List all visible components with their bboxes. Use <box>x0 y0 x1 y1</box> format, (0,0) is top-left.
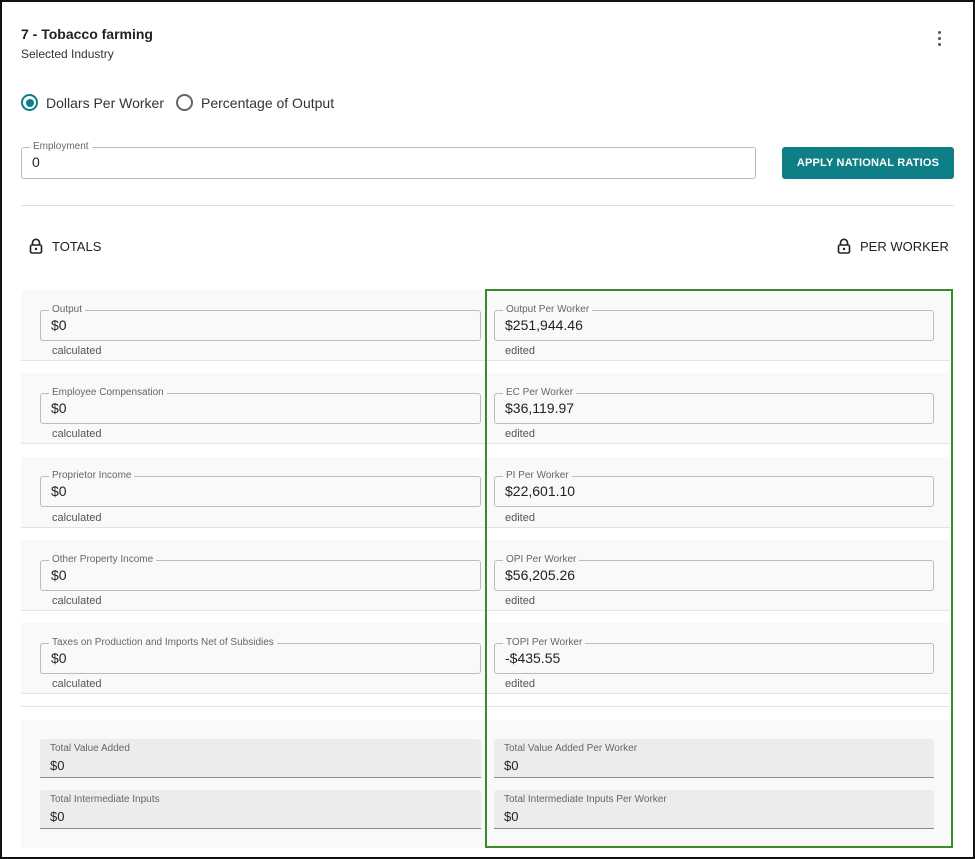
industry-subtitle: Selected Industry <box>21 47 114 61</box>
mode-radio-group: Dollars Per Worker Percentage of Output <box>21 94 346 111</box>
total-value-added-per-worker-field: Total Value Added Per Worker $0 <box>494 739 934 778</box>
field-value: $0 <box>50 809 65 824</box>
field-label: Employee Compensation <box>49 386 167 400</box>
status-text: edited <box>505 678 535 690</box>
topi-per-worker-field[interactable]: TOPI Per Worker -$435.55 <box>494 636 934 674</box>
divider <box>21 706 950 707</box>
divider <box>21 205 954 206</box>
total-value-added-field: Total Value Added $0 <box>40 739 481 778</box>
per-worker-lock-toggle[interactable]: PER WORKER <box>837 238 949 254</box>
other-property-income-total-field[interactable]: Other Property Income $0 <box>40 553 481 591</box>
status-text: calculated <box>52 345 102 357</box>
field-label: Proprietor Income <box>49 469 135 483</box>
employment-field[interactable]: Employment 0 <box>21 140 756 179</box>
taxes-total-field[interactable]: Taxes on Production and Imports Net of S… <box>40 636 481 674</box>
employment-label: Employment <box>30 140 92 154</box>
status-text: edited <box>505 345 535 357</box>
status-text: edited <box>505 512 535 524</box>
field-label: PI Per Worker <box>503 469 572 483</box>
field-label: TOPI Per Worker <box>503 636 586 650</box>
opi-per-worker-field[interactable]: OPI Per Worker $56,205.26 <box>494 553 934 591</box>
field-label: Output <box>49 303 86 317</box>
field-label: Total Value Added <box>50 743 130 754</box>
field-label: Other Property Income <box>49 553 157 567</box>
radio-checked-icon <box>21 94 38 111</box>
industry-title: 7 - Tobacco farming <box>21 26 153 42</box>
lock-icon <box>29 238 43 254</box>
employment-value: 0 <box>32 154 40 170</box>
radio-dollars-per-worker[interactable]: Dollars Per Worker <box>21 94 164 111</box>
per-worker-label: PER WORKER <box>860 238 949 254</box>
field-value: $0 <box>504 758 519 773</box>
status-text: calculated <box>52 678 102 690</box>
apply-national-ratios-button[interactable]: APPLY NATIONAL RATIOS <box>782 147 954 179</box>
radio-percentage-of-output[interactable]: Percentage of Output <box>176 94 334 111</box>
field-value: $36,119.97 <box>505 400 575 416</box>
total-intermediate-inputs-field: Total Intermediate Inputs $0 <box>40 790 481 829</box>
field-label: Total Intermediate Inputs Per Worker <box>504 794 667 805</box>
ec-per-worker-field[interactable]: EC Per Worker $36,119.97 <box>494 386 934 424</box>
field-value: $0 <box>50 758 65 773</box>
status-text: edited <box>505 428 535 440</box>
field-value: $22,601.10 <box>505 483 576 499</box>
status-text: calculated <box>52 428 102 440</box>
status-text: edited <box>505 595 535 607</box>
field-value: $251,944.46 <box>505 317 583 333</box>
output-per-worker-field[interactable]: Output Per Worker $251,944.46 <box>494 303 934 341</box>
employee-compensation-total-field[interactable]: Employee Compensation $0 <box>40 386 481 424</box>
field-value: -$435.55 <box>505 650 561 666</box>
field-value: $0 <box>504 809 519 824</box>
field-value: $0 <box>51 400 67 416</box>
field-label: Output Per Worker <box>503 303 593 317</box>
proprietor-income-total-field[interactable]: Proprietor Income $0 <box>40 469 481 507</box>
radio-label: Percentage of Output <box>201 94 335 111</box>
total-intermediate-inputs-per-worker-field: Total Intermediate Inputs Per Worker $0 <box>494 790 934 829</box>
field-label: Taxes on Production and Imports Net of S… <box>49 636 277 650</box>
field-value: $0 <box>51 483 67 499</box>
pi-per-worker-field[interactable]: PI Per Worker $22,601.10 <box>494 469 934 507</box>
radio-unchecked-icon <box>176 94 193 111</box>
totals-lock-toggle[interactable]: TOTALS <box>29 238 101 254</box>
field-label: Total Value Added Per Worker <box>504 743 638 754</box>
totals-label: TOTALS <box>52 238 102 254</box>
field-value: $56,205.26 <box>505 567 576 583</box>
output-total-field[interactable]: Output $0 <box>40 303 481 341</box>
field-value: $0 <box>51 567 67 583</box>
status-text: calculated <box>52 512 102 524</box>
radio-label: Dollars Per Worker <box>46 94 164 111</box>
field-label: Total Intermediate Inputs <box>50 794 160 805</box>
app-frame: 7 - Tobacco farming Selected Industry Do… <box>0 0 975 859</box>
field-value: $0 <box>51 317 67 333</box>
field-label: EC Per Worker <box>503 386 577 400</box>
field-value: $0 <box>51 650 67 666</box>
status-text: calculated <box>52 595 102 607</box>
more-vertical-icon[interactable] <box>930 28 948 48</box>
field-label: OPI Per Worker <box>503 553 580 567</box>
lock-icon <box>837 238 851 254</box>
